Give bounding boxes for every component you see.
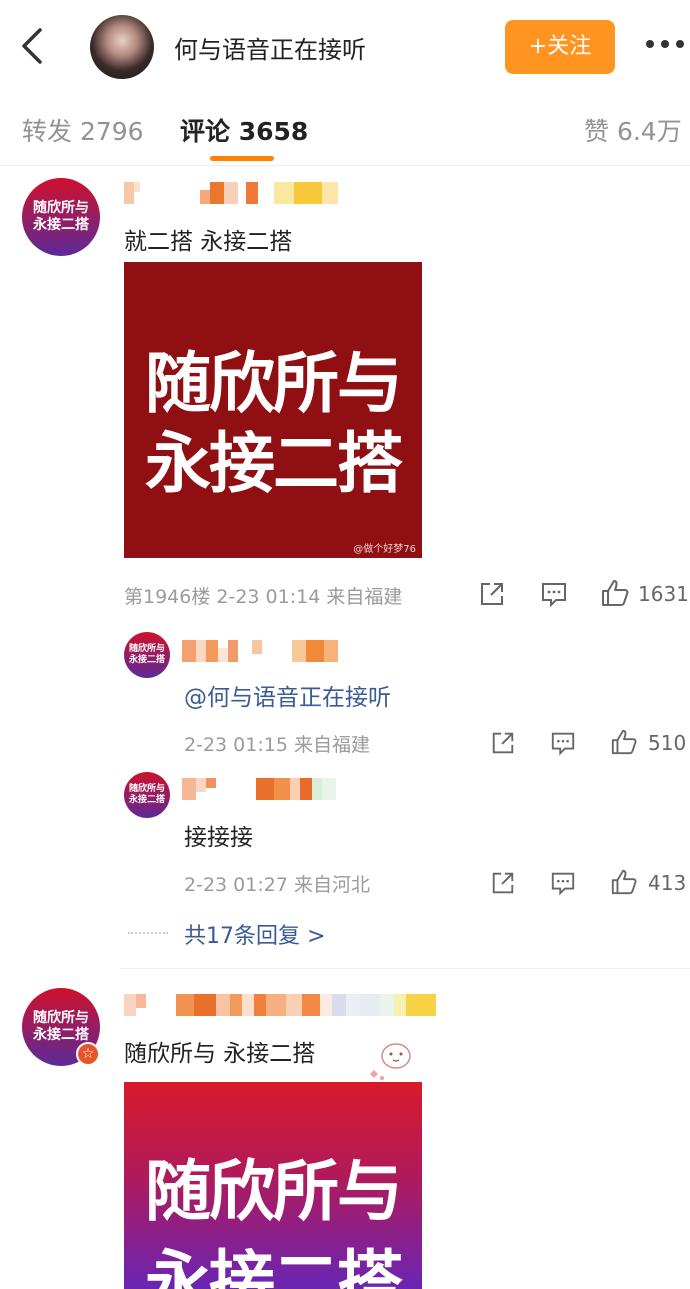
avatar-text: 永接二搭 <box>128 655 165 665</box>
top-bar: 何与语音正在接听 +关注 <box>0 0 690 92</box>
image-text-line: 永接二搭 <box>145 1243 403 1289</box>
back-arrow-icon[interactable] <box>14 24 50 68</box>
reply-text[interactable]: @何与语音正在接听 <box>184 678 391 712</box>
comment-image[interactable]: 随欣所与 永接二搭 <box>124 1082 422 1289</box>
active-tab-indicator <box>210 156 274 161</box>
pixelated-username[interactable] <box>182 778 336 800</box>
follow-button[interactable]: +关注 <box>505 20 615 74</box>
avatar-text: 永接二搭 <box>33 217 89 233</box>
like-count: 413 <box>648 871 687 895</box>
share-icon[interactable] <box>490 870 516 896</box>
image-text-line: 随欣所与 <box>145 1153 403 1230</box>
tab-bar: 转发 2796 评论 3658 赞 6.4万 <box>0 92 690 166</box>
tab-repost[interactable]: 转发 2796 <box>22 112 144 148</box>
like-icon[interactable] <box>600 578 630 608</box>
comment-meta: 第1946楼 2-23 01:14 来自福建 <box>124 586 403 608</box>
image-text-line: 永接二搭 <box>145 425 403 502</box>
badge-icon: ☆ <box>76 1042 100 1066</box>
reply-avatar[interactable]: 随欣所与 永接二搭 <box>124 632 170 678</box>
reply-meta: 2-23 01:27 来自河北 <box>184 874 370 896</box>
pixelated-username[interactable] <box>182 640 338 662</box>
share-icon[interactable] <box>490 730 516 756</box>
avatar-text: 随欣所与 <box>128 783 165 794</box>
divider-dots <box>128 932 168 934</box>
more-replies-link[interactable]: 共17条回复 > <box>184 918 325 950</box>
comment-icon[interactable] <box>540 580 568 608</box>
image-watermark: @做个好梦76 <box>353 544 416 555</box>
avatar-text: 永接二搭 <box>128 795 165 805</box>
avatar-text: 随欣所与 <box>33 199 89 216</box>
avatar-text: 永接二搭 <box>33 1027 89 1043</box>
comment-text: 随欣所与 永接二搭 <box>124 1041 316 1067</box>
reply-text: 接接接 <box>184 825 253 851</box>
like-count: 510 <box>648 731 687 755</box>
page-title[interactable]: 何与语音正在接听 <box>174 30 366 65</box>
like-icon[interactable] <box>610 728 638 756</box>
comment-icon[interactable] <box>550 870 576 896</box>
like-count: 1631 <box>638 582 689 606</box>
tab-like[interactable]: 赞 6.4万 <box>584 112 682 148</box>
comment-avatar[interactable]: 随欣所与 永接二搭 <box>22 178 100 256</box>
comment-divider <box>120 968 690 969</box>
pixelated-username[interactable] <box>124 994 436 1016</box>
tab-comment[interactable]: 评论 3658 <box>180 112 308 148</box>
sticker-icon <box>370 1043 411 1080</box>
avatar-text: 随欣所与 <box>33 1009 89 1026</box>
comment-text: 就二搭 永接二搭 <box>124 229 293 255</box>
reply-avatar[interactable]: 随欣所与 永接二搭 <box>124 772 170 818</box>
reply-meta: 2-23 01:15 来自福建 <box>184 734 370 756</box>
comment-icon[interactable] <box>550 730 576 756</box>
like-icon[interactable] <box>610 868 638 896</box>
more-options-icon[interactable] <box>646 40 686 52</box>
pixelated-username[interactable] <box>124 182 338 204</box>
share-icon[interactable] <box>478 580 506 608</box>
author-avatar[interactable] <box>90 15 154 79</box>
comment-image[interactable]: 随欣所与 永接二搭 @做个好梦76 <box>124 262 422 558</box>
avatar-text: 随欣所与 <box>128 643 165 654</box>
